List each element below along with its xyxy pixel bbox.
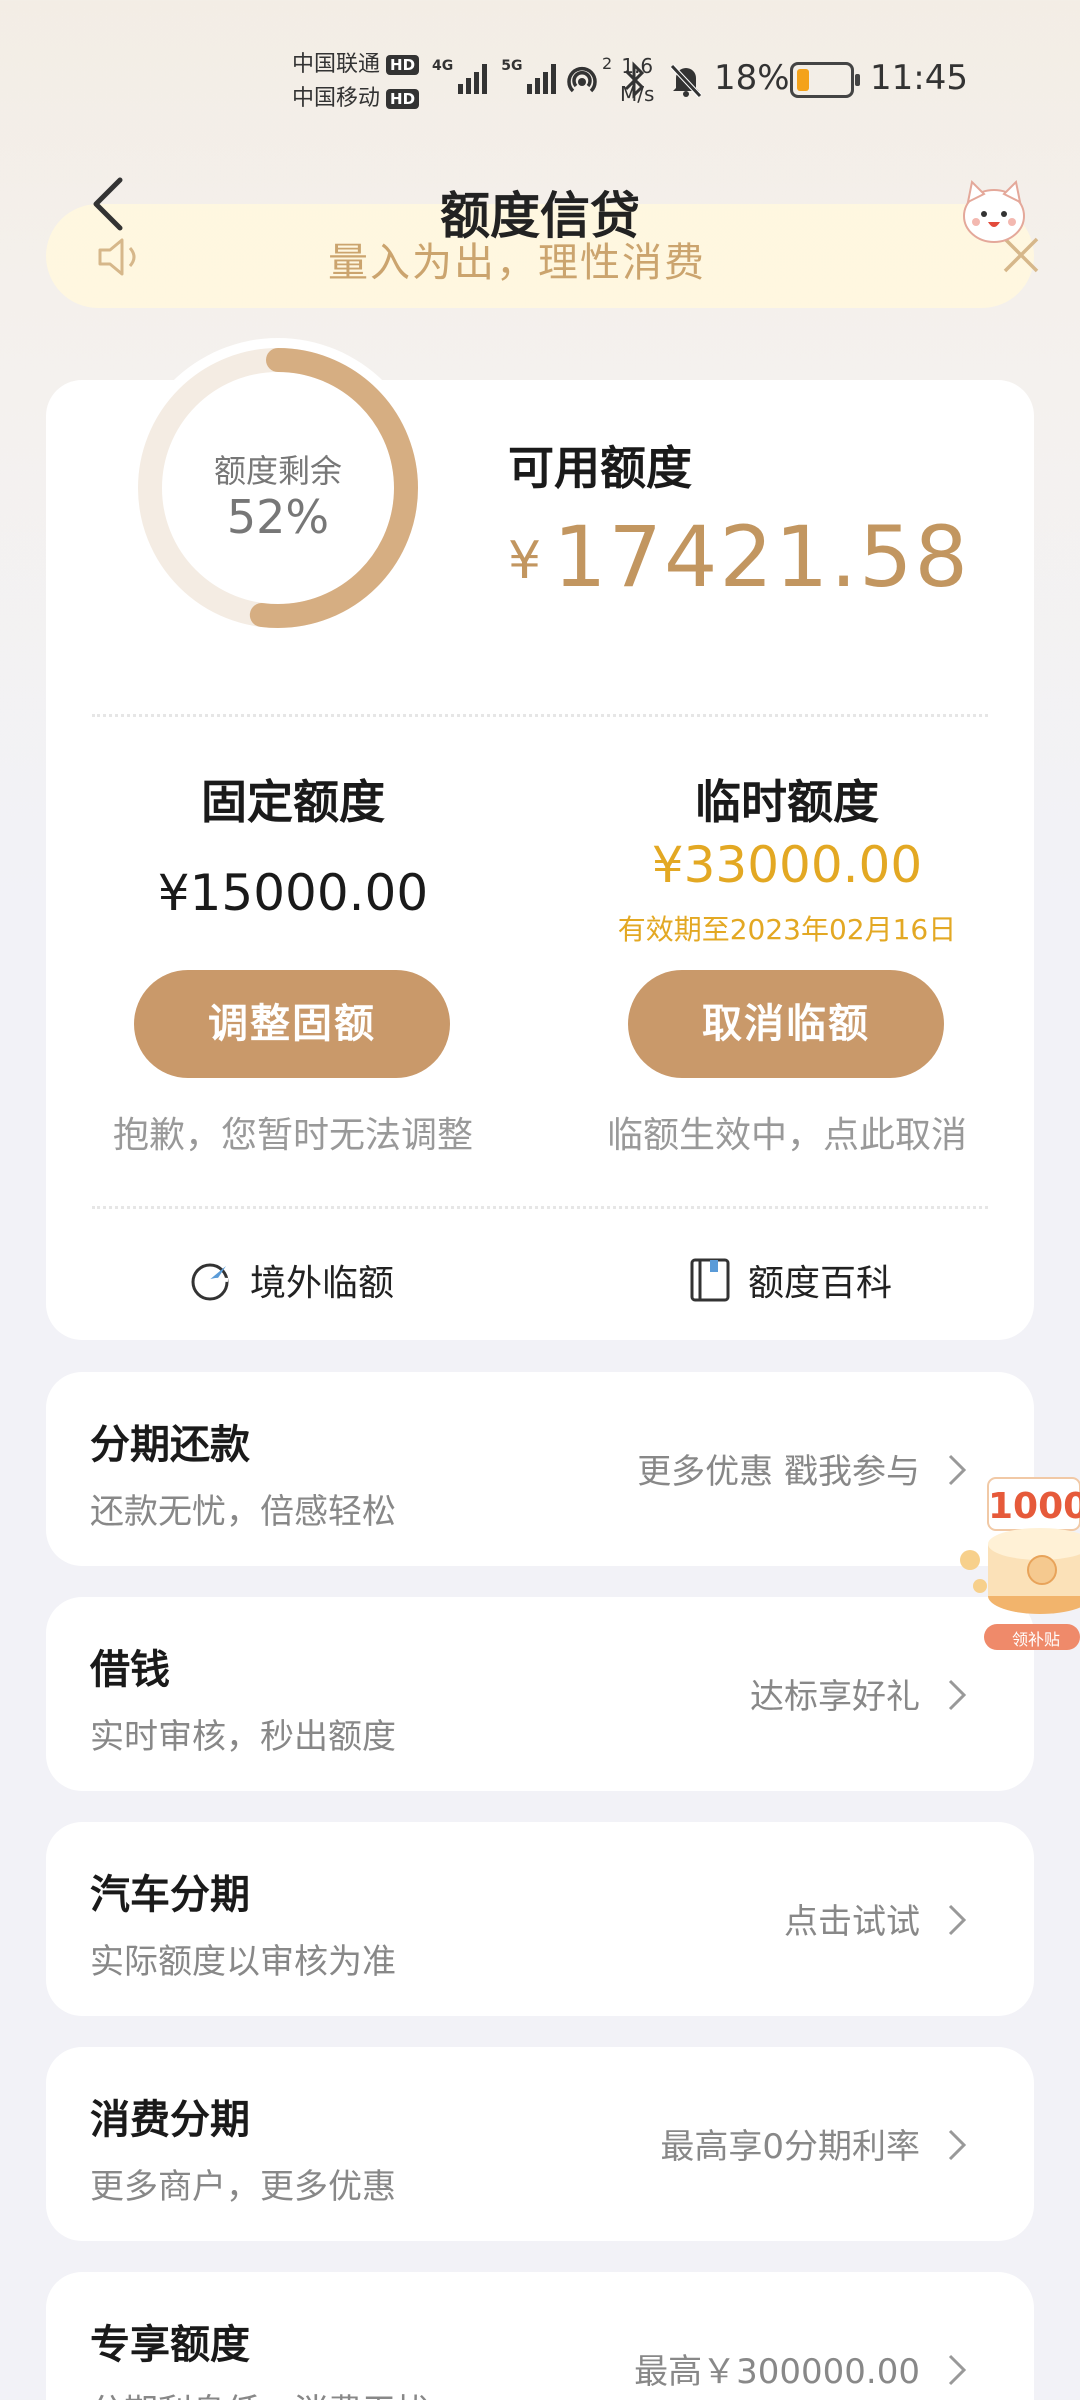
carrier-1: 中国联通 — [292, 52, 381, 77]
page-title: 额度信贷 — [440, 187, 640, 245]
list-item-subtitle: 还款无忧，倍感轻松 — [90, 1492, 396, 1532]
fixed-credit-title: 固定额度 — [201, 775, 385, 829]
signal-4g-icon: 4G — [432, 58, 488, 94]
mascot-icon[interactable] — [956, 172, 1032, 248]
divider — [92, 1206, 988, 1209]
list-item-consumer-installment[interactable]: 消费分期 更多商户，更多优惠 最高享0分期利率 — [46, 2047, 1034, 2241]
list-item-borrow[interactable]: 借钱 实时审核，秒出额度 达标享好礼 — [46, 1597, 1034, 1791]
chevron-right-icon — [948, 1904, 967, 1936]
promo-tag: 领补贴 — [1011, 1630, 1060, 1649]
list-item-subtitle: 分期利息低，消费无忧 — [90, 2384, 430, 2400]
fixed-credit-amount: ¥15000.00 — [157, 864, 429, 922]
list-item-title: 汽车分期 — [90, 1872, 250, 1918]
mute-bell-icon — [670, 64, 702, 98]
carrier-2: 中国移动 — [292, 86, 381, 111]
chevron-right-icon — [948, 1679, 967, 1711]
list-item-promo: 最高￥300000.00 — [634, 2352, 920, 2392]
chevron-right-icon — [948, 2129, 967, 2161]
list-item-subtitle: 更多商户，更多优惠 — [90, 2167, 396, 2207]
status-bar: 中国联通 HD 中国移动 HD 4G 5G 2 1.6 M/s 18% 11:4… — [0, 0, 1080, 130]
clock: 11:45 — [870, 58, 968, 98]
list-item-installment-repay[interactable]: 分期还款 还款无忧，倍感轻松 更多优惠 戳我参与 — [46, 1372, 1034, 1566]
hotspot-icon — [567, 66, 597, 93]
fixed-credit-note: 抱歉，您暂时无法调整 — [112, 1115, 473, 1156]
battery-icon — [790, 62, 860, 98]
fixed-credit-section: 固定额度 ¥15000.00 调整固额 抱歉，您暂时无法调整 — [46, 380, 540, 1340]
signal-5g-icon: 5G — [501, 58, 557, 94]
plane-globe-icon — [191, 1263, 229, 1301]
credit-wiki-link[interactable]: 额度百科 — [686, 1250, 892, 1310]
list-item-title: 分期还款 — [90, 1422, 250, 1468]
temp-credit-title: 临时额度 — [695, 775, 879, 829]
chevron-right-icon — [948, 2354, 967, 2386]
list-item-car-installment[interactable]: 汽车分期 实际额度以审核为准 点击试试 — [46, 1822, 1034, 2016]
list-item-subtitle: 实际额度以审核为准 — [90, 1942, 396, 1982]
list-item-promo: 点击试试 — [784, 1902, 920, 1942]
adjust-fixed-button[interactable]: 调整固额 — [134, 970, 450, 1078]
credit-overview-card: 额度剩余 52% 可用额度 ¥17421.58 固定额度 ¥15000.00 调… — [46, 338, 1034, 1340]
temp-credit-section: 临时额度 ¥33000.00 有效期至2023年02月16日 取消临额 临额生效… — [540, 380, 1034, 1340]
overseas-temp-link[interactable]: 境外临额 — [188, 1250, 394, 1310]
temp-credit-validity: 有效期至2023年02月16日 — [617, 913, 957, 946]
list-item-promo: 达标享好礼 — [750, 1677, 920, 1717]
list-item-title: 专享额度 — [90, 2322, 250, 2368]
hd-badge: HD — [386, 55, 420, 75]
hotspot-count: 2 — [602, 54, 613, 73]
hd-badge: HD — [386, 89, 420, 109]
temp-credit-note[interactable]: 临额生效中，点此取消 — [540, 1106, 1034, 1158]
bluetooth-icon — [624, 61, 645, 99]
status-right: 18% 11:45 — [620, 56, 1080, 104]
list-item-subtitle: 实时审核，秒出额度 — [90, 1717, 396, 1757]
list-item-promo: 更多优惠 戳我参与 — [637, 1452, 920, 1492]
list-item-title: 借钱 — [90, 1647, 170, 1693]
cancel-temp-button[interactable]: 取消临额 — [628, 970, 944, 1078]
top-nav: 额度信贷 — [0, 160, 1080, 260]
carrier-info: 中国联通 HD 中国移动 HD — [292, 48, 420, 116]
floating-subsidy-promo[interactable]: 1000 领补贴 — [930, 1474, 1080, 1654]
signal-icons: 4G 5G — [432, 58, 557, 94]
list-item-title: 消费分期 — [90, 2097, 250, 2143]
list-item-promo: 最高享0分期利率 — [660, 2127, 920, 2167]
battery-percent: 18% — [714, 58, 790, 98]
list-item-exclusive-credit[interactable]: 专享额度 分期利息低，消费无忧 最高￥300000.00 — [46, 2272, 1034, 2400]
promo-amount: 1000 — [988, 1486, 1080, 1527]
temp-credit-amount: ¥33000.00 — [651, 836, 923, 894]
book-icon — [690, 1258, 730, 1302]
